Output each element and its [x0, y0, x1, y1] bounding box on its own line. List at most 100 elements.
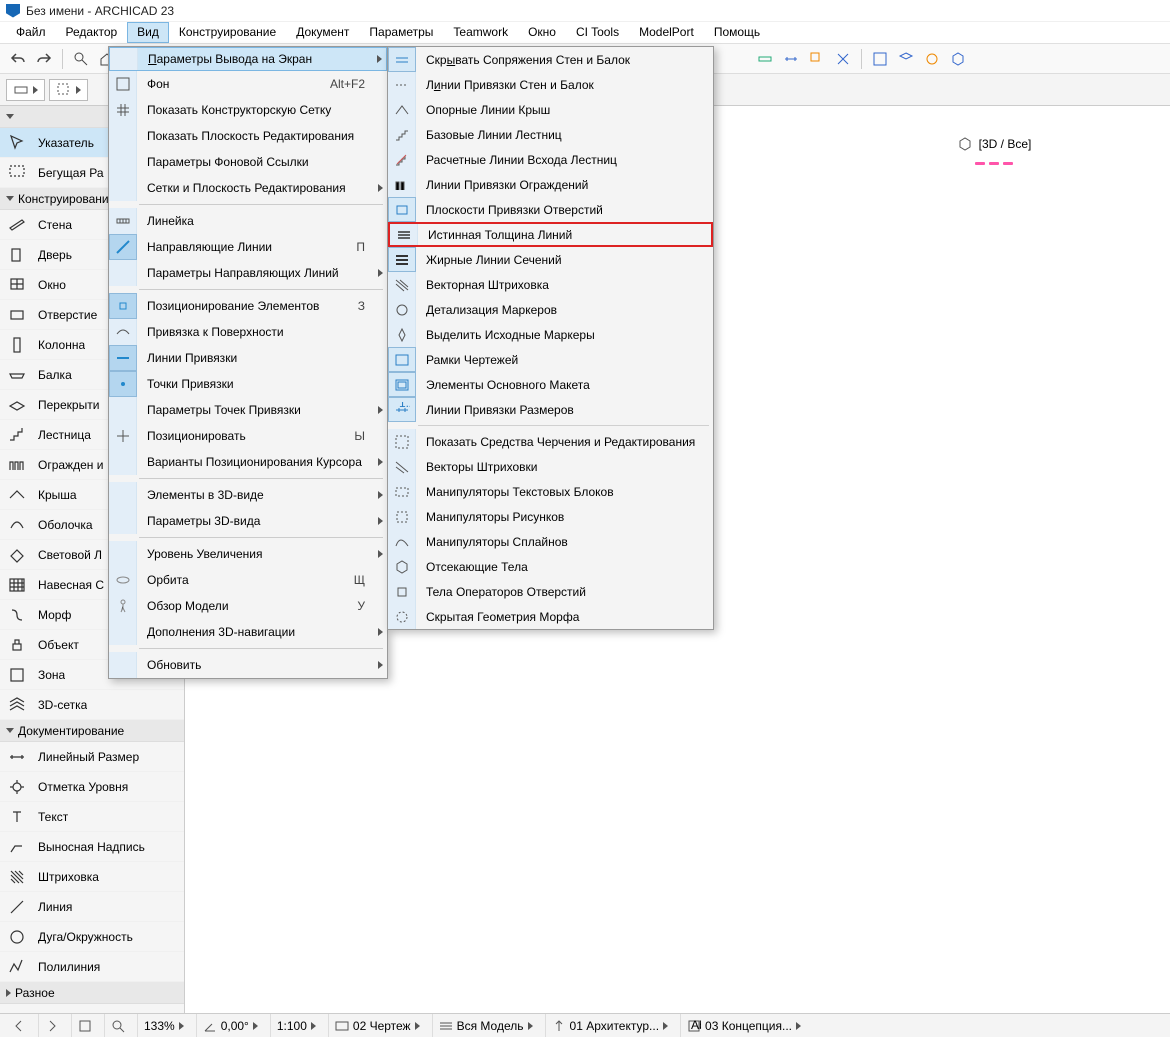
- geometry-selector[interactable]: [49, 79, 88, 101]
- menu-item[interactable]: Точки Привязки: [109, 371, 387, 397]
- menu-item[interactable]: ПозиционироватьЫ: [109, 423, 387, 449]
- submenu-item[interactable]: Скрытая Геометрия Морфа: [388, 604, 713, 629]
- tool-label[interactable]: Выносная Надпись: [0, 832, 184, 862]
- toolbox-cat-document[interactable]: Документирование: [0, 720, 184, 742]
- menu-modelport[interactable]: ModelPort: [629, 22, 704, 43]
- submenu-item[interactable]: Расчетные Линии Всхода Лестниц: [388, 147, 713, 172]
- menu-item[interactable]: Направляющие ЛинииП: [109, 234, 387, 260]
- tool-fill[interactable]: Штриховка: [0, 862, 184, 892]
- menu-window[interactable]: Окно: [518, 22, 566, 43]
- nav-fwd-button[interactable]: [38, 1014, 65, 1037]
- drag-handle-icon[interactable]: [969, 162, 1019, 168]
- menu-item[interactable]: Параметры Точек Привязки: [109, 397, 387, 423]
- menu-item[interactable]: Элементы в 3D-виде: [109, 482, 387, 508]
- menu-item[interactable]: ФонAlt+F2: [109, 71, 387, 97]
- menu-file[interactable]: Файл: [6, 22, 56, 43]
- submenu-item[interactable]: Детализация Маркеров: [388, 297, 713, 322]
- tool-arc[interactable]: Дуга/Окружность: [0, 922, 184, 952]
- menu-editor[interactable]: Редактор: [56, 22, 128, 43]
- submenu-item[interactable]: Скрывать Сопряжения Стен и Балок: [388, 47, 713, 72]
- app-icon: [6, 4, 20, 18]
- menu-citools[interactable]: CI Tools: [566, 22, 629, 43]
- menu-item[interactable]: Уровень Увеличения: [109, 541, 387, 567]
- submenu-item[interactable]: Манипуляторы Текстовых Блоков: [388, 479, 713, 504]
- submenu-item[interactable]: Векторы Штриховки: [388, 454, 713, 479]
- tool-dimension[interactable]: Линейный Размер: [0, 742, 184, 772]
- tool-level[interactable]: Отметка Уровня: [0, 772, 184, 802]
- menu-help[interactable]: Помощь: [704, 22, 770, 43]
- redo-button[interactable]: [32, 47, 56, 71]
- option-icon: [388, 322, 416, 347]
- submenu-item[interactable]: Рамки Чертежей: [388, 347, 713, 372]
- tool-polyline[interactable]: Полилиния: [0, 952, 184, 982]
- menu-item[interactable]: Показать Плоскость Редактирования: [109, 123, 387, 149]
- option-icon: [388, 372, 416, 397]
- submenu-item[interactable]: Векторная Штриховка: [388, 272, 713, 297]
- submenu-item[interactable]: Истинная Толщина Линий: [388, 222, 713, 247]
- filter-icon[interactable]: [868, 47, 892, 71]
- zoom-in-button[interactable]: [104, 1014, 131, 1037]
- submenu-item[interactable]: Базовые Линии Лестниц: [388, 122, 713, 147]
- menu-item[interactable]: Параметры Фоновой Ссылки: [109, 149, 387, 175]
- menu-document[interactable]: Документ: [286, 22, 359, 43]
- zoom-fit-button[interactable]: [71, 1014, 98, 1037]
- submenu-item[interactable]: Манипуляторы Сплайнов: [388, 529, 713, 554]
- submenu-item[interactable]: Отсекающие Тела: [388, 554, 713, 579]
- menu-teamwork[interactable]: Teamwork: [443, 22, 518, 43]
- menu-view[interactable]: Вид: [127, 22, 169, 43]
- menu-item[interactable]: Параметры 3D-вида: [109, 508, 387, 534]
- view-menu-dropdown: Параметры Вывода на ЭкранФонAlt+F2Показа…: [108, 46, 388, 679]
- cube-icon[interactable]: [946, 47, 970, 71]
- zoom-button[interactable]: [69, 47, 93, 71]
- dim-icon[interactable]: [779, 47, 803, 71]
- tag-icon[interactable]: [805, 47, 829, 71]
- menu-item[interactable]: Показать Конструкторскую Сетку: [109, 97, 387, 123]
- option-icon: [388, 604, 416, 629]
- submenu-item[interactable]: Линии Привязки Стен и Балок: [388, 72, 713, 97]
- trace-icon[interactable]: [831, 47, 855, 71]
- menu-item[interactable]: Линейка: [109, 208, 387, 234]
- menu-item[interactable]: Варианты Позиционирования Курсора: [109, 449, 387, 475]
- submenu-item[interactable]: Элементы Основного Макета: [388, 372, 713, 397]
- submenu-item[interactable]: Плоскости Привязки Отверстий: [388, 197, 713, 222]
- tool-text[interactable]: Текст: [0, 802, 184, 832]
- submenu-item[interactable]: Манипуляторы Рисунков: [388, 504, 713, 529]
- scale-value[interactable]: 1:100: [270, 1014, 322, 1037]
- submenu-item[interactable]: Тела Операторов Отверстий: [388, 579, 713, 604]
- menu-item-label: Параметры Направляющих Линий: [137, 266, 373, 280]
- menu-item[interactable]: Линии Привязки: [109, 345, 387, 371]
- menu-item[interactable]: Параметры Направляющих Линий: [109, 260, 387, 286]
- navigator-header[interactable]: [3D / Все]: [824, 130, 1164, 158]
- submenu-item-label: Векторы Штриховки: [416, 460, 713, 474]
- submenu-item[interactable]: 1.2Линии Привязки Размеров: [388, 397, 713, 422]
- menu-item[interactable]: Сетки и Плоскость Редактирования: [109, 175, 387, 201]
- nav-back-button[interactable]: [6, 1014, 32, 1037]
- zoom-value[interactable]: 133%: [137, 1014, 190, 1037]
- undo-button[interactable]: [6, 47, 30, 71]
- view-selector[interactable]: 02 Чертеж: [328, 1014, 426, 1037]
- concept-selector[interactable]: Ab03 Концепция...: [680, 1014, 807, 1037]
- menu-design[interactable]: Конструирование: [169, 22, 286, 43]
- model-selector[interactable]: Вся Модель: [432, 1014, 539, 1037]
- submenu-item[interactable]: Линии Привязки Ограждений: [388, 172, 713, 197]
- submenu-item[interactable]: Жирные Линии Сечений: [388, 247, 713, 272]
- angle-value[interactable]: 0,00°: [196, 1014, 264, 1037]
- layers-icon[interactable]: [894, 47, 918, 71]
- toolbox-cat-misc[interactable]: Разное: [0, 982, 184, 1004]
- menu-item[interactable]: Привязка к Поверхности: [109, 319, 387, 345]
- menu-item[interactable]: Позиционирование ЭлементовЗ: [109, 293, 387, 319]
- menu-item[interactable]: Обновить: [109, 652, 387, 678]
- menu-options[interactable]: Параметры: [359, 22, 443, 43]
- menu-item[interactable]: Параметры Вывода на Экран: [109, 47, 387, 71]
- submenu-item[interactable]: Выделить Исходные Маркеры: [388, 322, 713, 347]
- tool-mesh[interactable]: 3D-сетка: [0, 690, 184, 720]
- arch-selector[interactable]: 01 Архитектур...: [545, 1014, 675, 1037]
- menu-item[interactable]: Дополнения 3D-навигации: [109, 619, 387, 645]
- measure-icon[interactable]: [753, 47, 777, 71]
- clip-icon[interactable]: [920, 47, 944, 71]
- submenu-item[interactable]: Опорные Линии Крыш: [388, 97, 713, 122]
- submenu-item[interactable]: Показать Средства Черчения и Редактирова…: [388, 429, 713, 454]
- layer-selector[interactable]: [6, 79, 45, 101]
- tool-line[interactable]: Линия: [0, 892, 184, 922]
- tool-pointer-label: Указатель: [38, 136, 94, 150]
